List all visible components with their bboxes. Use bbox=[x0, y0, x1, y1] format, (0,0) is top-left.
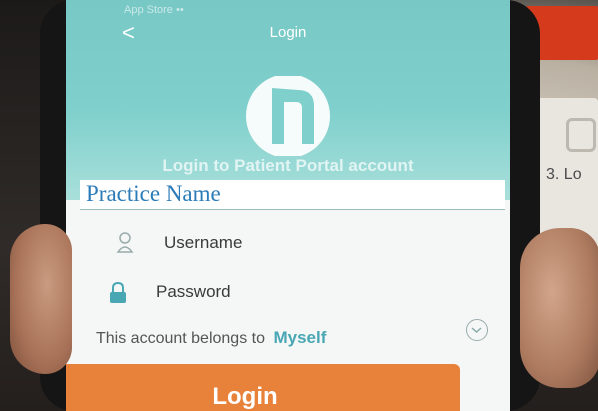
status-bar: App Store •• bbox=[124, 4, 184, 16]
left-thumb bbox=[10, 224, 72, 374]
chevron-down-icon[interactable] bbox=[466, 319, 488, 341]
username-field[interactable]: Username bbox=[66, 222, 510, 266]
page-title: Login bbox=[269, 24, 307, 41]
password-placeholder: Password bbox=[156, 282, 231, 301]
username-placeholder: Username bbox=[164, 233, 243, 252]
right-thumb bbox=[520, 228, 598, 388]
login-button[interactable]: Login bbox=[66, 364, 460, 411]
practice-name: Practice Name bbox=[86, 181, 221, 206]
account-owner-row[interactable]: This account belongs to Myself bbox=[96, 328, 326, 348]
user-icon bbox=[116, 232, 134, 253]
background-document-text: 3. Lo bbox=[546, 166, 582, 183]
practice-name-banner: Practice Name bbox=[80, 180, 505, 210]
password-field[interactable]: Password bbox=[66, 270, 510, 314]
account-owner-label: This account belongs to bbox=[96, 330, 265, 347]
portal-logo-icon bbox=[246, 76, 330, 156]
lock-icon bbox=[110, 282, 126, 303]
header: App Store •• < Login Login to Patient Po… bbox=[66, 0, 510, 200]
header-subtitle: Login to Patient Portal account bbox=[162, 156, 414, 175]
background-lock-icon bbox=[566, 118, 596, 152]
account-owner-value[interactable]: Myself bbox=[273, 328, 326, 347]
